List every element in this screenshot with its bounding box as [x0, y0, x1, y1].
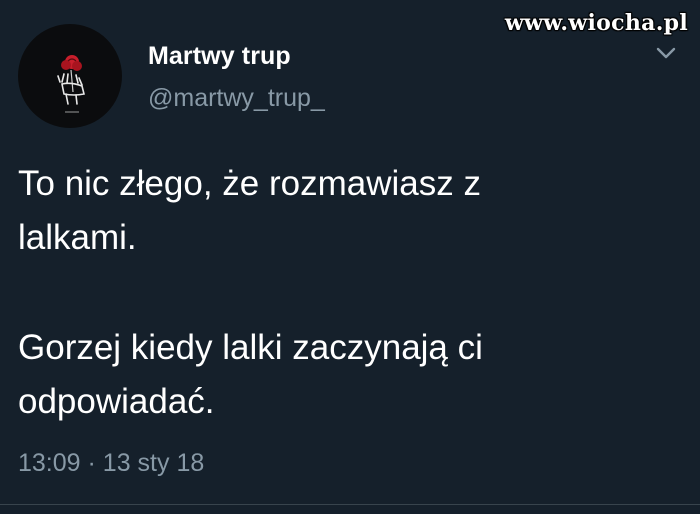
chevron-down-icon [656, 47, 676, 59]
author-handle[interactable]: @martwy_trup_ [148, 84, 325, 113]
skeleton-hand-rose-icon [57, 55, 85, 113]
tweet-text-line: lalkami. [18, 218, 137, 257]
tweet-text-line: Gorzej kiedy lalki zaczynają ci [18, 328, 483, 367]
tweet-time: 13:09 [18, 449, 81, 477]
avatar[interactable] [18, 24, 122, 128]
tweet-timestamp[interactable]: 13:09 · 13 sty 18 [18, 449, 204, 478]
author-display-name[interactable]: Martwy trup [148, 42, 291, 71]
tweet-menu-button[interactable] [654, 44, 678, 62]
tweet-text-line: odpowiadać. [18, 382, 215, 421]
tweet-card: www.wiocha.pl Martwy trup @martwy_trup_ … [0, 0, 700, 514]
tweet-text-line: To nic złego, że rozmawiasz z [18, 164, 481, 203]
divider [0, 504, 700, 505]
timestamp-separator: · [87, 449, 96, 477]
site-watermark: www.wiocha.pl [504, 10, 688, 36]
tweet-date: 13 sty 18 [102, 449, 205, 477]
